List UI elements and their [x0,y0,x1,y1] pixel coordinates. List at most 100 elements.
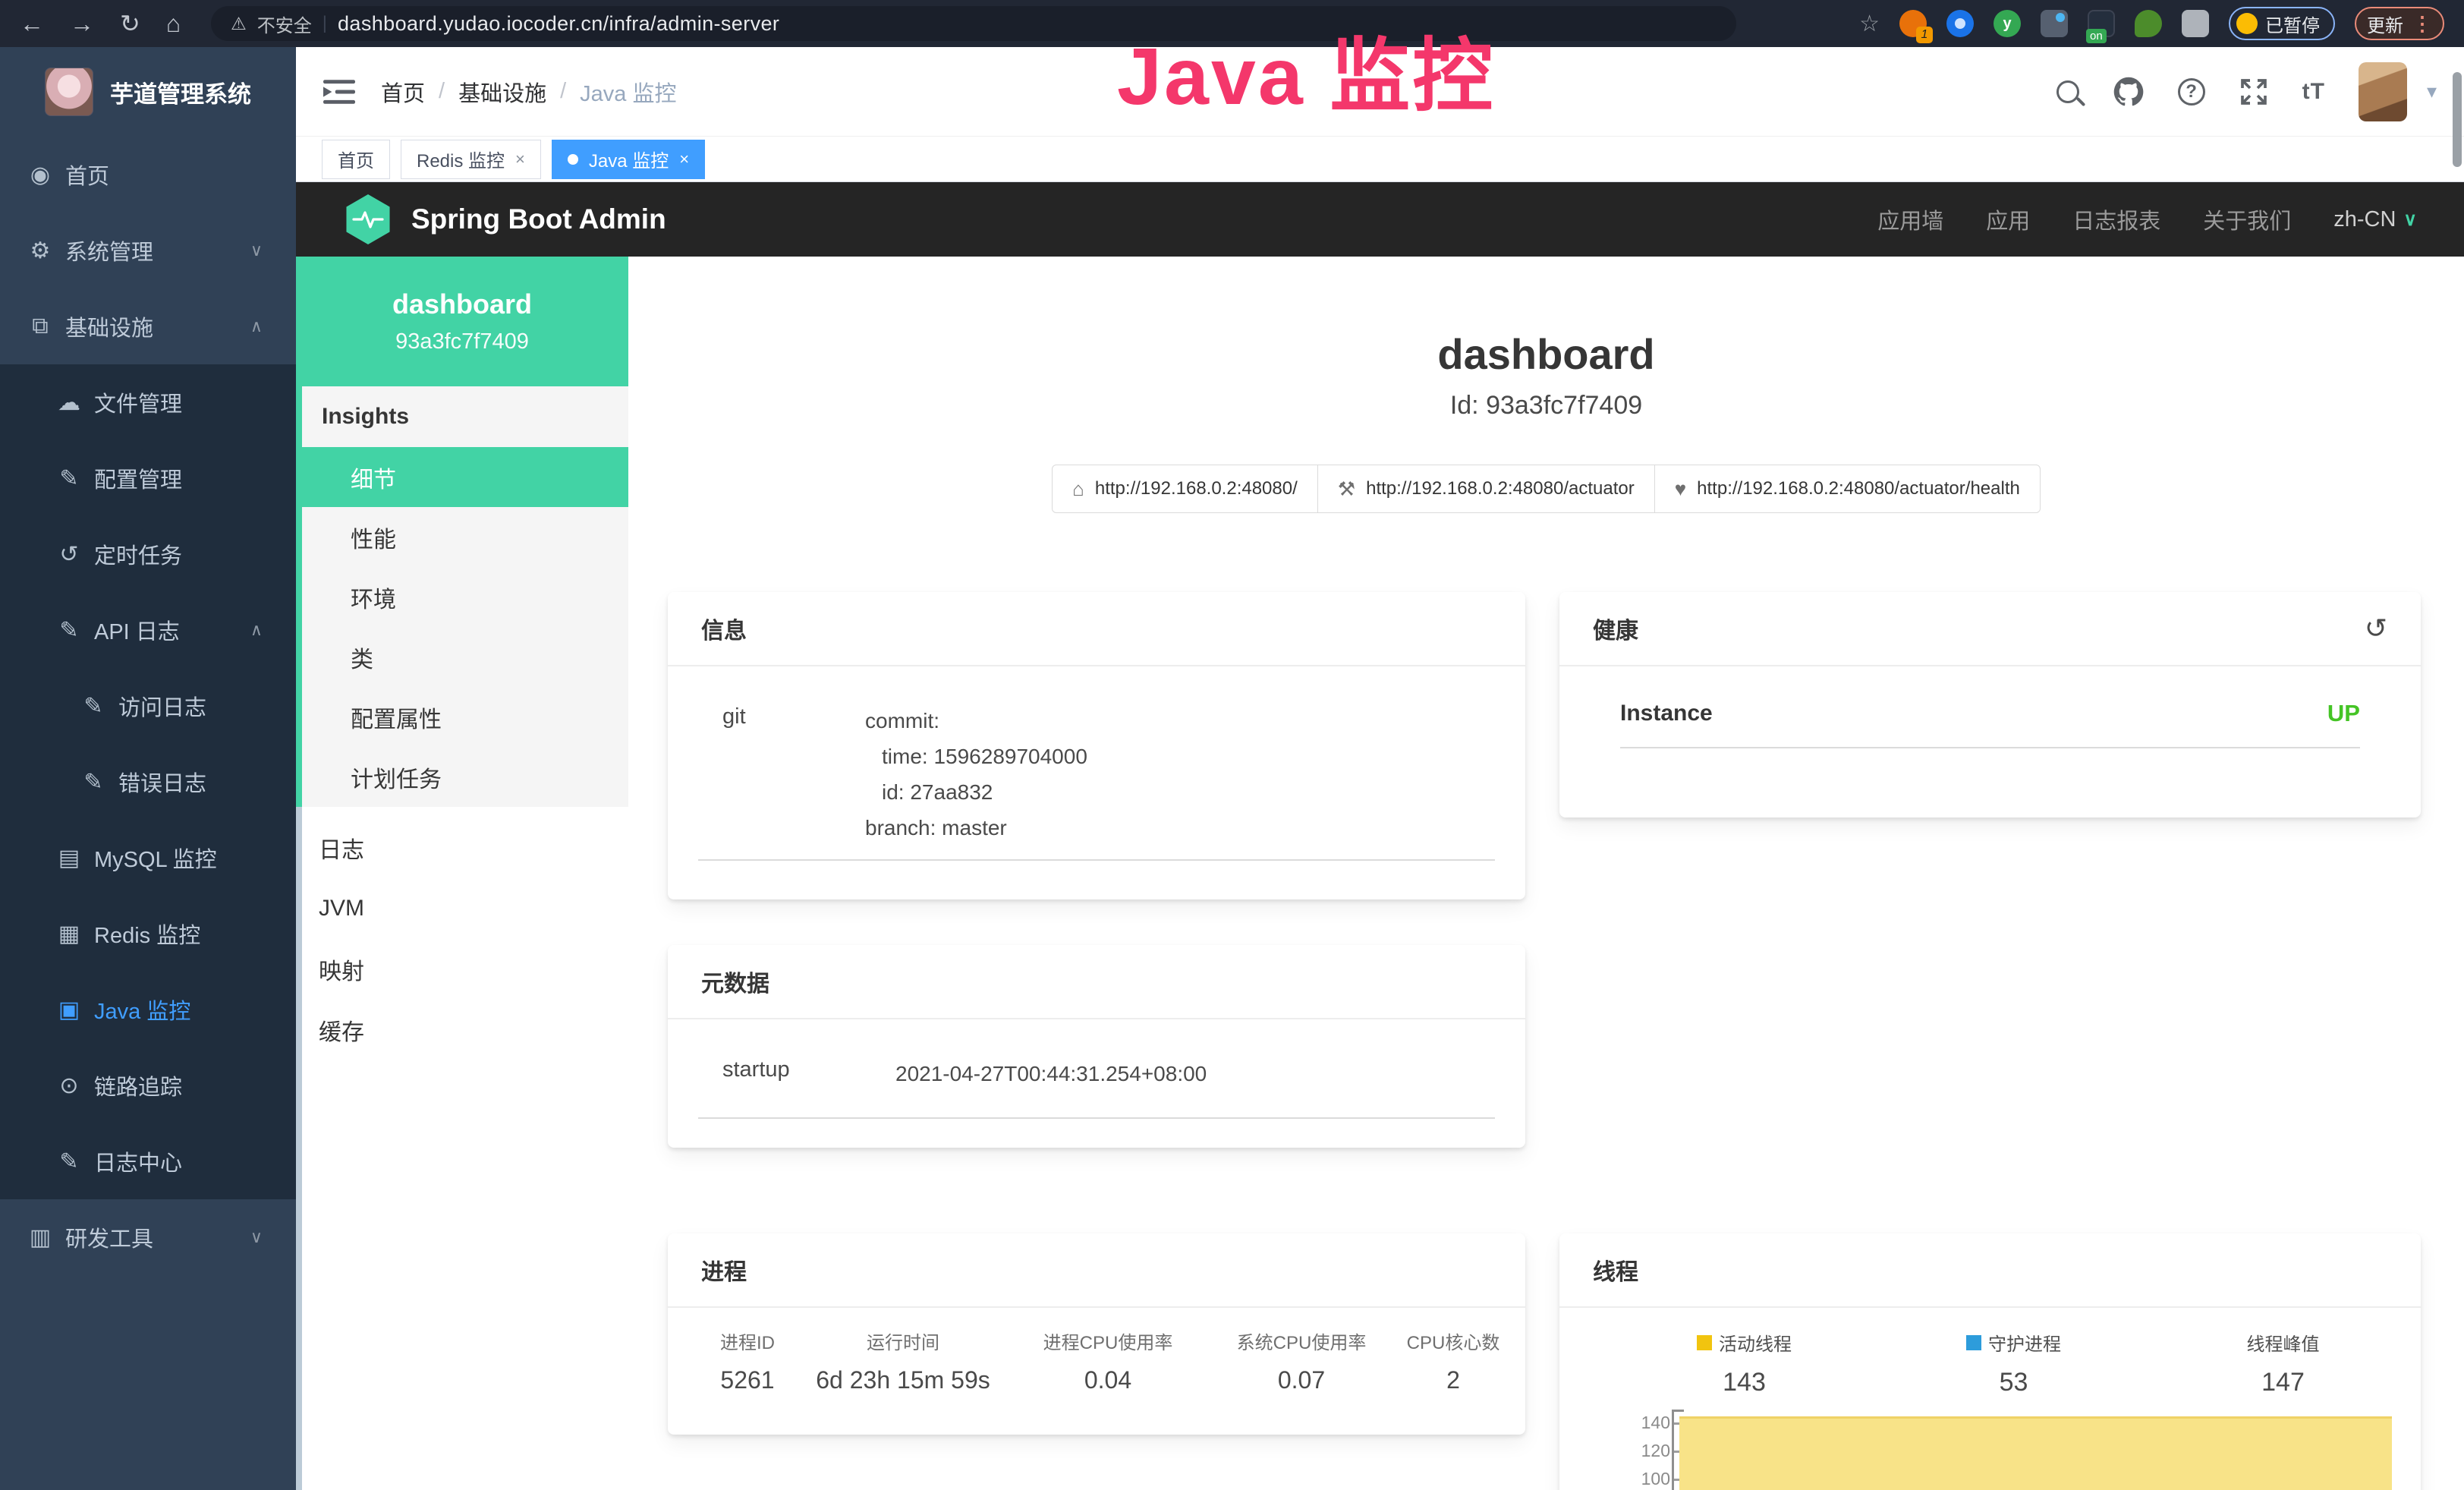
browser-scrollbar-thumb[interactable] [2453,72,2462,167]
tag-java-monitor[interactable]: Java 监控 × [552,140,705,179]
sba-link-about[interactable]: 关于我们 [2203,203,2291,235]
sba-item-scheduled-tasks[interactable]: 计划任务 [302,747,628,807]
sidebar-item-system-management[interactable]: ⚙ 系统管理 ∨ [0,213,296,288]
metadata-key: startup [722,1056,895,1092]
chevron-down-icon: ∨ [250,1227,263,1247]
toolbox-icon: ▥ [23,1224,58,1251]
history-icon[interactable]: ↺ [2365,613,2387,644]
tag-redis-monitor[interactable]: Redis 监控 × [401,140,541,179]
layers-icon: ▦ [52,921,87,947]
actuator-url-button[interactable]: ⚒ http://192.168.0.2:48080/actuator [1317,465,1655,513]
spring-boot-admin-logo[interactable] [345,194,392,244]
sidebar-item-label: 访问日志 [118,690,206,722]
sba-root-items: 日志 JVM 映射 缓存 [296,817,628,1060]
sba-link-applications[interactable]: 应用 [1986,203,2030,235]
process-uptime-col: 运行时间 6d 23h 15m 59s [804,1328,1002,1394]
sba-app-id: 93a3fc7f7409 [395,329,529,354]
sba-item-mappings[interactable]: 映射 [296,939,628,1000]
breadcrumb-infrastructure[interactable]: 基础设施 [458,76,546,108]
sba-item-jvm[interactable]: JVM [296,878,628,939]
health-card: 健康 ↺ Instance UP [1559,592,2421,817]
update-button[interactable]: 更新 ⋮ [2355,7,2444,40]
sidebar-item-infrastructure[interactable]: ⧉ 基础设施 ∧ [0,288,296,364]
forward-icon[interactable]: → [70,10,94,38]
legend-live-threads: 活动线程 143 [1610,1329,1879,1397]
sba-item-caches[interactable]: 缓存 [296,1000,628,1060]
sidebar-item-scheduled-tasks[interactable]: ↺ 定时任务 [0,516,296,592]
sba-item-classes[interactable]: 类 [302,627,628,687]
warning-icon: ⚠ [231,14,247,34]
search-icon[interactable] [2056,80,2079,103]
user-avatar[interactable] [2359,62,2407,121]
sidebar-item-label: 系统管理 [65,235,153,266]
close-icon[interactable]: × [515,150,525,169]
health-url-button[interactable]: ♥ http://192.168.0.2:48080/actuator/heal… [1654,465,2041,513]
address-bar[interactable]: ⚠ 不安全 | dashboard.yudao.iocoder.cn/infra… [211,6,1736,41]
sidebar-item-api-logs[interactable]: ✎ API 日志 ∧ [0,592,296,668]
tag-home[interactable]: 首页 [322,140,390,179]
sidebar-item-home[interactable]: ◉ 首页 [0,137,296,213]
sba-item-metrics[interactable]: 性能 [302,507,628,567]
cloud-upload-icon: ☁ [52,389,87,416]
sidebar-item-java-monitor[interactable]: ▣ Java 监控 [0,972,296,1047]
extensions-puzzle-icon[interactable] [2182,10,2209,37]
bookmark-star-icon[interactable]: ☆ [1859,11,1880,37]
back-icon[interactable]: ← [20,10,44,38]
git-time-line: time: 1596289704000 [865,739,1087,774]
sidebar-item-dev-tools[interactable]: ▥ 研发工具 ∨ [0,1199,296,1275]
extension-orange-icon[interactable]: 1 [1899,10,1927,37]
health-card-title: 健康 [1593,612,1638,645]
sba-main: dashboard Id: 93a3fc7f7409 ⌂ http://192.… [628,257,2464,1490]
sidebar-item-mysql-monitor[interactable]: ▤ MySQL 监控 [0,820,296,896]
cell-value: 5261 [691,1366,804,1394]
extension-pin-icon[interactable] [1946,10,1974,37]
question-icon[interactable]: ? [2178,78,2205,106]
extension-y-icon[interactable]: y [1994,10,2021,37]
column-header: 运行时间 [804,1328,1002,1354]
sidebar-item-error-logs[interactable]: ✎ 错误日志 [0,744,296,820]
security-label[interactable]: 不安全 [257,11,312,37]
service-url-button[interactable]: ⌂ http://192.168.0.2:48080/ [1052,465,1318,513]
sidebar-item-trace[interactable]: ⊙ 链路追踪 [0,1047,296,1123]
sba-item-config-props[interactable]: 配置属性 [302,687,628,747]
sba-app-header[interactable]: dashboard 93a3fc7f7409 [296,257,628,386]
tags-view-bar: 首页 Redis 监控 × Java 监控 × [296,137,2464,182]
database-icon: ▤ [52,845,87,871]
app-logo[interactable]: 芋道管理系统 [0,47,296,137]
extension-grid-icon[interactable] [2041,10,2068,37]
hamburger-icon[interactable] [323,78,355,106]
sba-item-details[interactable]: 细节 [302,447,628,507]
extension-dark-icon[interactable]: on [2088,10,2115,37]
home-icon[interactable]: ⌂ [166,10,181,38]
process-cpu-col: 进程CPU使用率 0.04 [1002,1328,1214,1394]
sba-brand-title[interactable]: Spring Boot Admin [411,203,666,235]
sidebar-item-log-center[interactable]: ✎ 日志中心 [0,1123,296,1199]
browser-menu-dots-icon[interactable]: ⋮ [2412,12,2432,36]
breadcrumb-home[interactable]: 首页 [381,76,425,108]
sidebar-item-redis-monitor[interactable]: ▦ Redis 监控 [0,896,296,972]
legend-peak-threads: 线程峰值 147 [2148,1329,2418,1397]
font-size-icon[interactable]: tT [2302,79,2325,105]
avatar-caret-icon[interactable]: ▾ [2427,80,2437,103]
sidebar-item-config-management[interactable]: ✎ 配置管理 [0,440,296,516]
sba-item-logs[interactable]: 日志 [296,817,628,878]
breadcrumb: 首页 / 基础设施 / Java 监控 [381,76,676,108]
sba-item-environment[interactable]: 环境 [302,567,628,627]
profile-paused-chip[interactable]: 已暂停 [2229,7,2335,40]
github-icon[interactable] [2113,76,2145,108]
extension-leaf-icon[interactable] [2135,10,2162,37]
sba-insights-section: Insights 细节 性能 环境 类 配置属性 计划任务 [296,386,628,807]
reload-icon[interactable]: ↻ [120,9,140,38]
edit-icon: ✎ [52,465,87,492]
sidebar-item-file-management[interactable]: ☁ 文件管理 [0,364,296,440]
sba-link-journal[interactable]: 日志报表 [2072,203,2160,235]
sidebar-item-label: 日志中心 [94,1145,182,1177]
sba-locale-select[interactable]: zh-CN ∨ [2333,207,2417,232]
sidebar-item-access-logs[interactable]: ✎ 访问日志 [0,668,296,744]
sba-link-wallboard[interactable]: 应用墙 [1877,203,1943,235]
sba-app-name: dashboard [392,288,532,320]
url-text[interactable]: dashboard.yudao.iocoder.cn/infra/admin-s… [338,12,779,36]
close-icon[interactable]: × [679,150,689,169]
sba-sidebar-scrollbar[interactable] [296,807,302,1490]
fullscreen-icon[interactable] [2239,77,2269,107]
